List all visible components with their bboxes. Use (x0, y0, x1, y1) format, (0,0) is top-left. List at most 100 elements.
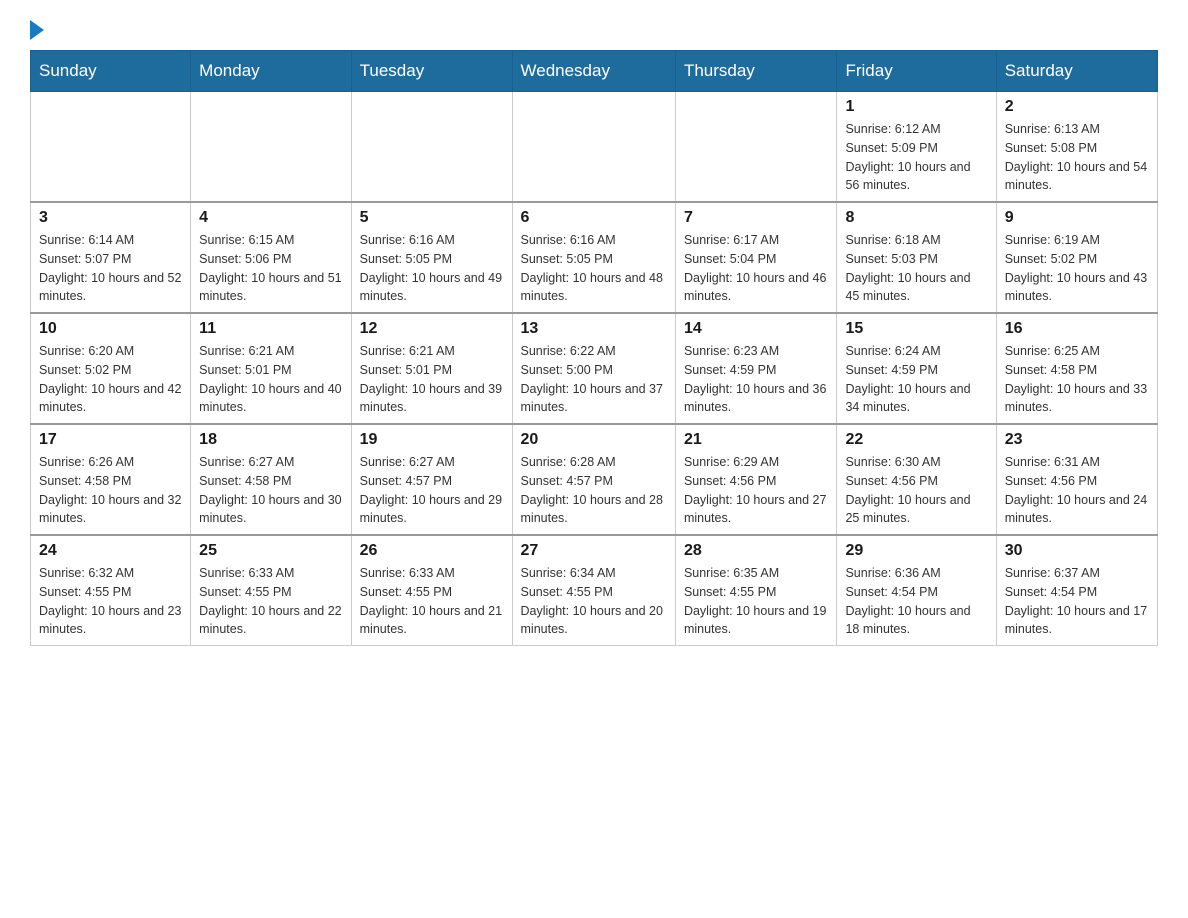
calendar-week-row: 10 Sunrise: 6:20 AM Sunset: 5:02 PM Dayli… (31, 313, 1158, 424)
sun-info: Sunrise: 6:29 AM Sunset: 4:56 PM Dayligh… (684, 453, 829, 528)
sun-info: Sunrise: 6:35 AM Sunset: 4:55 PM Dayligh… (684, 564, 829, 639)
page-header (30, 20, 1158, 40)
sun-info: Sunrise: 6:21 AM Sunset: 5:01 PM Dayligh… (360, 342, 504, 417)
sun-info: Sunrise: 6:16 AM Sunset: 5:05 PM Dayligh… (360, 231, 504, 306)
calendar-cell (191, 92, 351, 203)
day-number: 9 (1005, 209, 1149, 227)
sun-info: Sunrise: 6:17 AM Sunset: 5:04 PM Dayligh… (684, 231, 829, 306)
sun-info: Sunrise: 6:27 AM Sunset: 4:58 PM Dayligh… (199, 453, 342, 528)
day-number: 11 (199, 320, 342, 338)
calendar-cell: 29Sunrise: 6:36 AM Sunset: 4:54 PM Dayli… (837, 535, 996, 646)
day-number: 19 (360, 431, 504, 449)
sun-info: Sunrise: 6:27 AM Sunset: 4:57 PM Dayligh… (360, 453, 504, 528)
sun-info: Sunrise: 6:20 AM Sunset: 5:02 PM Dayligh… (39, 342, 182, 417)
calendar-cell: 12 Sunrise: 6:21 AM Sunset: 5:01 PM Dayli… (351, 313, 512, 424)
sun-info: Sunrise: 6:30 AM Sunset: 4:56 PM Dayligh… (845, 453, 987, 528)
calendar-cell: 26 Sunrise: 6:33 AM Sunset: 4:55 PM Dayli… (351, 535, 512, 646)
calendar-cell: 27 Sunrise: 6:34 AM Sunset: 4:55 PM Dayli… (512, 535, 675, 646)
weekday-header-wednesday: Wednesday (512, 51, 675, 92)
day-number: 4 (199, 209, 342, 227)
sun-info: Sunrise: 6:28 AM Sunset: 4:57 PM Dayligh… (521, 453, 667, 528)
calendar-cell: 20 Sunrise: 6:28 AM Sunset: 4:57 PM Dayli… (512, 424, 675, 535)
day-number: 17 (39, 431, 182, 449)
day-number: 22 (845, 431, 987, 449)
calendar-cell: 13 Sunrise: 6:22 AM Sunset: 5:00 PM Dayli… (512, 313, 675, 424)
calendar-week-row: 17 Sunrise: 6:26 AM Sunset: 4:58 PM Dayli… (31, 424, 1158, 535)
day-number: 13 (521, 320, 667, 338)
day-number: 15 (845, 320, 987, 338)
calendar-cell: 19 Sunrise: 6:27 AM Sunset: 4:57 PM Dayli… (351, 424, 512, 535)
sun-info: Sunrise: 6:22 AM Sunset: 5:00 PM Dayligh… (521, 342, 667, 417)
sun-info: Sunrise: 6:33 AM Sunset: 4:55 PM Dayligh… (360, 564, 504, 639)
calendar-cell: 6 Sunrise: 6:16 AM Sunset: 5:05 PM Daylig… (512, 202, 675, 313)
sun-info: Sunrise: 6:34 AM Sunset: 4:55 PM Dayligh… (521, 564, 667, 639)
calendar-cell: 14Sunrise: 6:23 AM Sunset: 4:59 PM Dayli… (675, 313, 837, 424)
sun-info: Sunrise: 6:14 AM Sunset: 5:07 PM Dayligh… (39, 231, 182, 306)
sun-info: Sunrise: 6:15 AM Sunset: 5:06 PM Dayligh… (199, 231, 342, 306)
day-number: 10 (39, 320, 182, 338)
calendar-cell: 15Sunrise: 6:24 AM Sunset: 4:59 PM Dayli… (837, 313, 996, 424)
day-number: 8 (845, 209, 987, 227)
calendar-cell: 28 Sunrise: 6:35 AM Sunset: 4:55 PM Dayli… (675, 535, 837, 646)
weekday-header-monday: Monday (191, 51, 351, 92)
calendar-cell (31, 92, 191, 203)
calendar-cell: 24 Sunrise: 6:32 AM Sunset: 4:55 PM Dayli… (31, 535, 191, 646)
calendar-table: SundayMondayTuesdayWednesdayThursdayFrid… (30, 50, 1158, 646)
weekday-header-friday: Friday (837, 51, 996, 92)
calendar-cell: 17 Sunrise: 6:26 AM Sunset: 4:58 PM Dayli… (31, 424, 191, 535)
sun-info: Sunrise: 6:33 AM Sunset: 4:55 PM Dayligh… (199, 564, 342, 639)
day-number: 30 (1005, 542, 1149, 560)
day-number: 12 (360, 320, 504, 338)
calendar-cell: 9Sunrise: 6:19 AM Sunset: 5:02 PM Daylig… (996, 202, 1157, 313)
calendar-week-row: 3 Sunrise: 6:14 AM Sunset: 5:07 PM Daylig… (31, 202, 1158, 313)
logo-arrow-icon (30, 20, 44, 40)
calendar-cell: 25 Sunrise: 6:33 AM Sunset: 4:55 PM Dayli… (191, 535, 351, 646)
calendar-cell: 8 Sunrise: 6:18 AM Sunset: 5:03 PM Daylig… (837, 202, 996, 313)
day-number: 5 (360, 209, 504, 227)
day-number: 21 (684, 431, 829, 449)
logo (30, 20, 46, 40)
day-number: 6 (521, 209, 667, 227)
day-number: 28 (684, 542, 829, 560)
sun-info: Sunrise: 6:16 AM Sunset: 5:05 PM Dayligh… (521, 231, 667, 306)
weekday-header-thursday: Thursday (675, 51, 837, 92)
calendar-cell: 11 Sunrise: 6:21 AM Sunset: 5:01 PM Dayli… (191, 313, 351, 424)
sun-info: Sunrise: 6:37 AM Sunset: 4:54 PM Dayligh… (1005, 564, 1149, 639)
calendar-cell: 4 Sunrise: 6:15 AM Sunset: 5:06 PM Daylig… (191, 202, 351, 313)
sun-info: Sunrise: 6:18 AM Sunset: 5:03 PM Dayligh… (845, 231, 987, 306)
day-number: 7 (684, 209, 829, 227)
calendar-cell: 16Sunrise: 6:25 AM Sunset: 4:58 PM Dayli… (996, 313, 1157, 424)
calendar-cell: 22 Sunrise: 6:30 AM Sunset: 4:56 PM Dayli… (837, 424, 996, 535)
day-number: 25 (199, 542, 342, 560)
calendar-cell: 1Sunrise: 6:12 AM Sunset: 5:09 PM Daylig… (837, 92, 996, 203)
day-number: 2 (1005, 98, 1149, 116)
day-number: 3 (39, 209, 182, 227)
calendar-cell: 18 Sunrise: 6:27 AM Sunset: 4:58 PM Dayli… (191, 424, 351, 535)
sun-info: Sunrise: 6:13 AM Sunset: 5:08 PM Dayligh… (1005, 120, 1149, 195)
calendar-cell: 5 Sunrise: 6:16 AM Sunset: 5:05 PM Daylig… (351, 202, 512, 313)
day-number: 24 (39, 542, 182, 560)
calendar-week-row: 24 Sunrise: 6:32 AM Sunset: 4:55 PM Dayli… (31, 535, 1158, 646)
weekday-header-sunday: Sunday (31, 51, 191, 92)
sun-info: Sunrise: 6:32 AM Sunset: 4:55 PM Dayligh… (39, 564, 182, 639)
day-number: 1 (845, 98, 987, 116)
calendar-cell: 30 Sunrise: 6:37 AM Sunset: 4:54 PM Dayli… (996, 535, 1157, 646)
day-number: 27 (521, 542, 667, 560)
calendar-cell: 21 Sunrise: 6:29 AM Sunset: 4:56 PM Dayli… (675, 424, 837, 535)
calendar-cell: 10 Sunrise: 6:20 AM Sunset: 5:02 PM Dayli… (31, 313, 191, 424)
calendar-cell (351, 92, 512, 203)
sun-info: Sunrise: 6:25 AM Sunset: 4:58 PM Dayligh… (1005, 342, 1149, 417)
sun-info: Sunrise: 6:23 AM Sunset: 4:59 PM Dayligh… (684, 342, 829, 417)
calendar-cell: 2 Sunrise: 6:13 AM Sunset: 5:08 PM Daylig… (996, 92, 1157, 203)
day-number: 26 (360, 542, 504, 560)
sun-info: Sunrise: 6:21 AM Sunset: 5:01 PM Dayligh… (199, 342, 342, 417)
sun-info: Sunrise: 6:36 AM Sunset: 4:54 PM Dayligh… (845, 564, 987, 639)
sun-info: Sunrise: 6:31 AM Sunset: 4:56 PM Dayligh… (1005, 453, 1149, 528)
day-number: 18 (199, 431, 342, 449)
calendar-cell: 3 Sunrise: 6:14 AM Sunset: 5:07 PM Daylig… (31, 202, 191, 313)
calendar-cell (512, 92, 675, 203)
day-number: 20 (521, 431, 667, 449)
calendar-cell: 7 Sunrise: 6:17 AM Sunset: 5:04 PM Daylig… (675, 202, 837, 313)
sun-info: Sunrise: 6:26 AM Sunset: 4:58 PM Dayligh… (39, 453, 182, 528)
weekday-header-saturday: Saturday (996, 51, 1157, 92)
